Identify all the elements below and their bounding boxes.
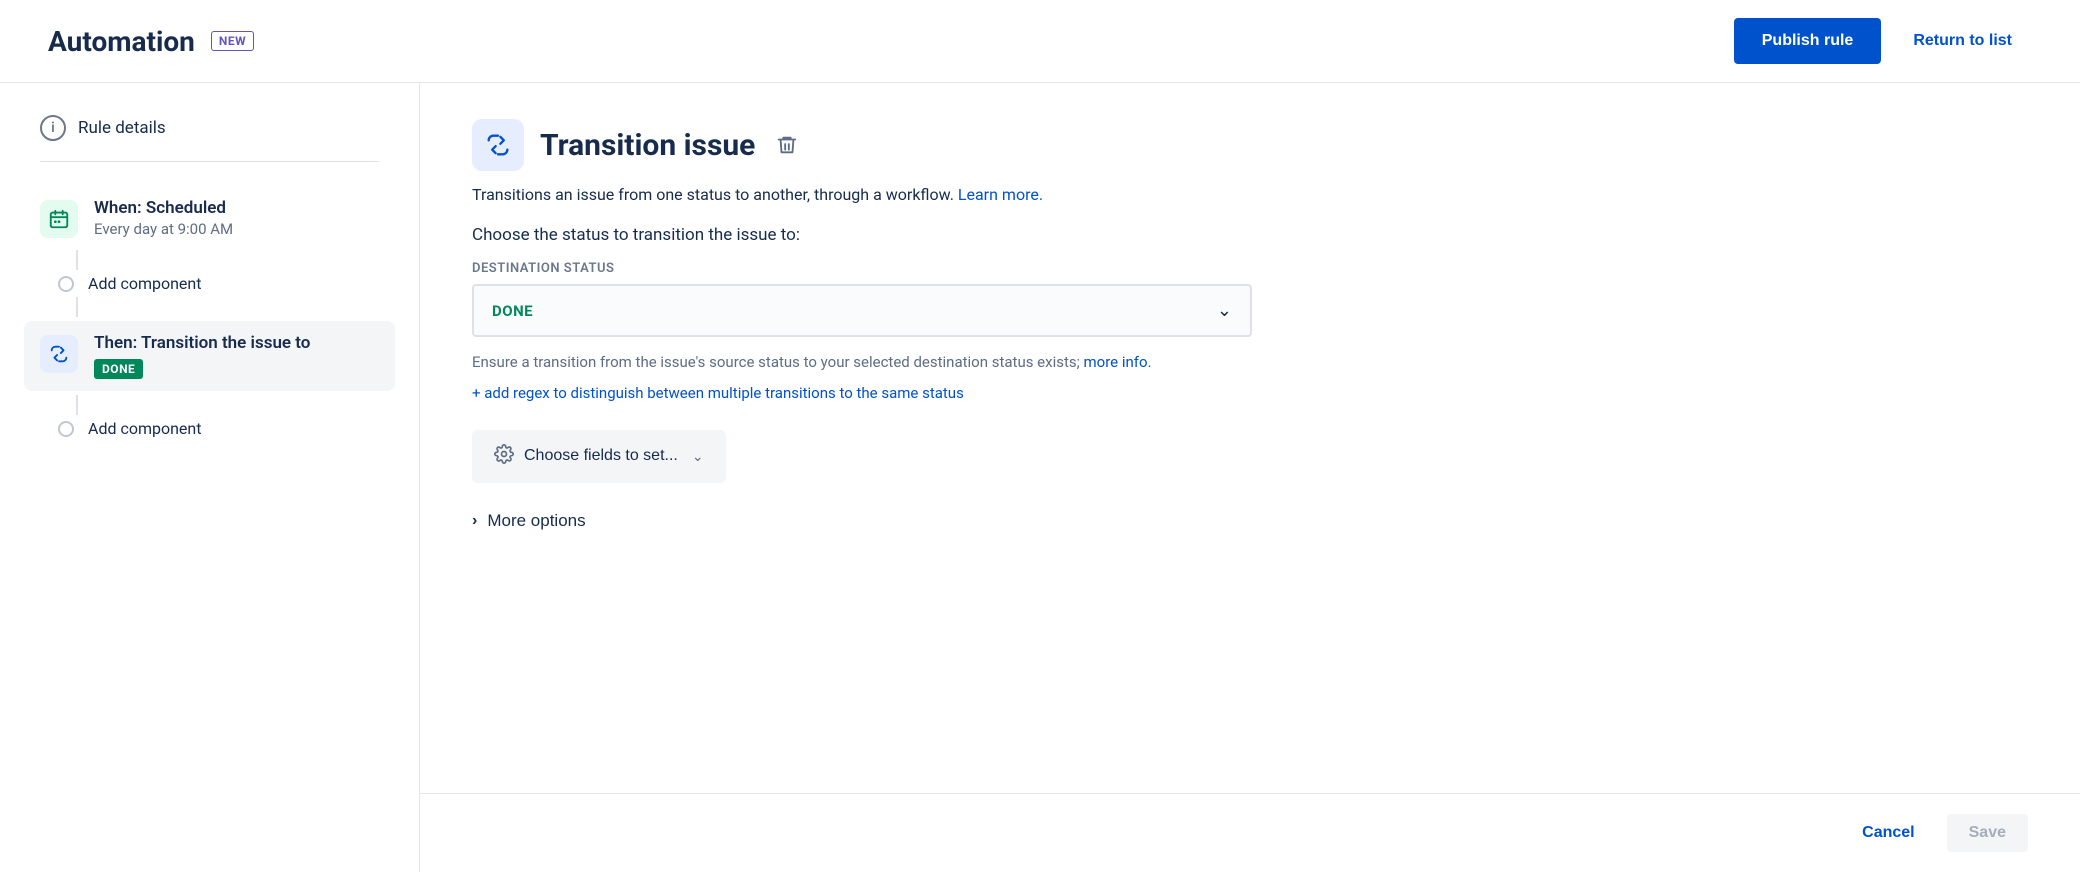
ensure-text: Ensure a transition from the issue's sou… <box>472 351 1252 374</box>
connector-line-2 <box>76 297 78 317</box>
connector-dot-2 <box>58 421 74 437</box>
transition-icon <box>40 335 78 373</box>
workflow-section: When: Scheduled Every day at 9:00 AM Add… <box>40 186 379 442</box>
save-button[interactable]: Save <box>1947 814 2028 852</box>
app-title: Automation <box>48 25 195 58</box>
sidebar: i Rule details <box>0 83 420 872</box>
header-right: Publish rule Return to list <box>1734 18 2032 64</box>
choose-fields-label: Choose fields to set... <box>524 447 678 465</box>
more-info-link[interactable]: more info. <box>1084 353 1152 371</box>
panel-transition-icon <box>472 119 524 171</box>
panel-description: Transitions an issue from one status to … <box>472 183 2028 207</box>
right-panel: Transition issue Transitions an issue fr… <box>420 83 2080 793</box>
publish-rule-button[interactable]: Publish rule <box>1734 18 1882 64</box>
done-badge: DONE <box>94 359 143 379</box>
panel-footer: Cancel Save <box>420 793 2080 872</box>
description-text: Transitions an issue from one status to … <box>472 185 954 204</box>
add-component-2-label[interactable]: Add component <box>88 419 201 438</box>
ensure-text-content: Ensure a transition from the issue's sou… <box>472 353 1080 371</box>
choose-fields-button[interactable]: Choose fields to set... ⌄ <box>472 430 726 483</box>
cancel-button[interactable]: Cancel <box>1846 814 1930 852</box>
status-dropdown[interactable]: DONE ⌄ <box>472 284 1252 337</box>
choose-status-text: Choose the status to transition the issu… <box>472 225 2028 245</box>
destination-status-label: Destination status <box>472 261 2028 276</box>
when-item-content: When: Scheduled Every day at 9:00 AM <box>94 198 379 238</box>
info-icon: i <box>40 115 66 141</box>
add-component-2-row[interactable]: Add component <box>40 415 379 442</box>
main-content: i Rule details <box>0 83 2080 872</box>
when-scheduled-item[interactable]: When: Scheduled Every day at 9:00 AM <box>40 186 379 250</box>
connector-line-1 <box>76 250 78 270</box>
then-item-content: Then: Transition the issue to DONE <box>94 333 379 379</box>
more-options-button[interactable]: › More options <box>472 511 586 531</box>
panel-header: Transition issue <box>472 119 2028 171</box>
choose-fields-chevron: ⌄ <box>692 448 704 465</box>
gear-icon <box>494 444 514 469</box>
chevron-right-icon: › <box>472 512 477 530</box>
calendar-icon <box>40 200 78 238</box>
add-component-1-label[interactable]: Add component <box>88 274 201 293</box>
chevron-down-icon: ⌄ <box>1217 300 1232 321</box>
status-dropdown-value: DONE <box>492 302 533 320</box>
more-options-label: More options <box>487 511 585 531</box>
connector-dot-1 <box>58 276 74 292</box>
trash-icon[interactable] <box>771 129 803 161</box>
header: Automation NEW Publish rule Return to li… <box>0 0 2080 83</box>
learn-more-link[interactable]: Learn more. <box>958 185 1043 204</box>
then-item-title: Then: Transition the issue to <box>94 333 379 353</box>
rule-details-label: Rule details <box>78 118 166 138</box>
return-to-list-button[interactable]: Return to list <box>1893 18 2032 64</box>
connector-line-3 <box>76 395 78 415</box>
panel-title: Transition issue <box>540 128 755 163</box>
when-item-subtitle: Every day at 9:00 AM <box>94 220 379 238</box>
rule-details-section: i Rule details <box>40 115 379 162</box>
header-left: Automation NEW <box>48 25 254 58</box>
new-badge: NEW <box>211 31 254 51</box>
when-item-title: When: Scheduled <box>94 198 379 218</box>
then-transition-item[interactable]: Then: Transition the issue to DONE <box>24 321 395 391</box>
add-regex-link[interactable]: + add regex to distinguish between multi… <box>472 384 2028 402</box>
add-component-1-row[interactable]: Add component <box>40 270 379 297</box>
